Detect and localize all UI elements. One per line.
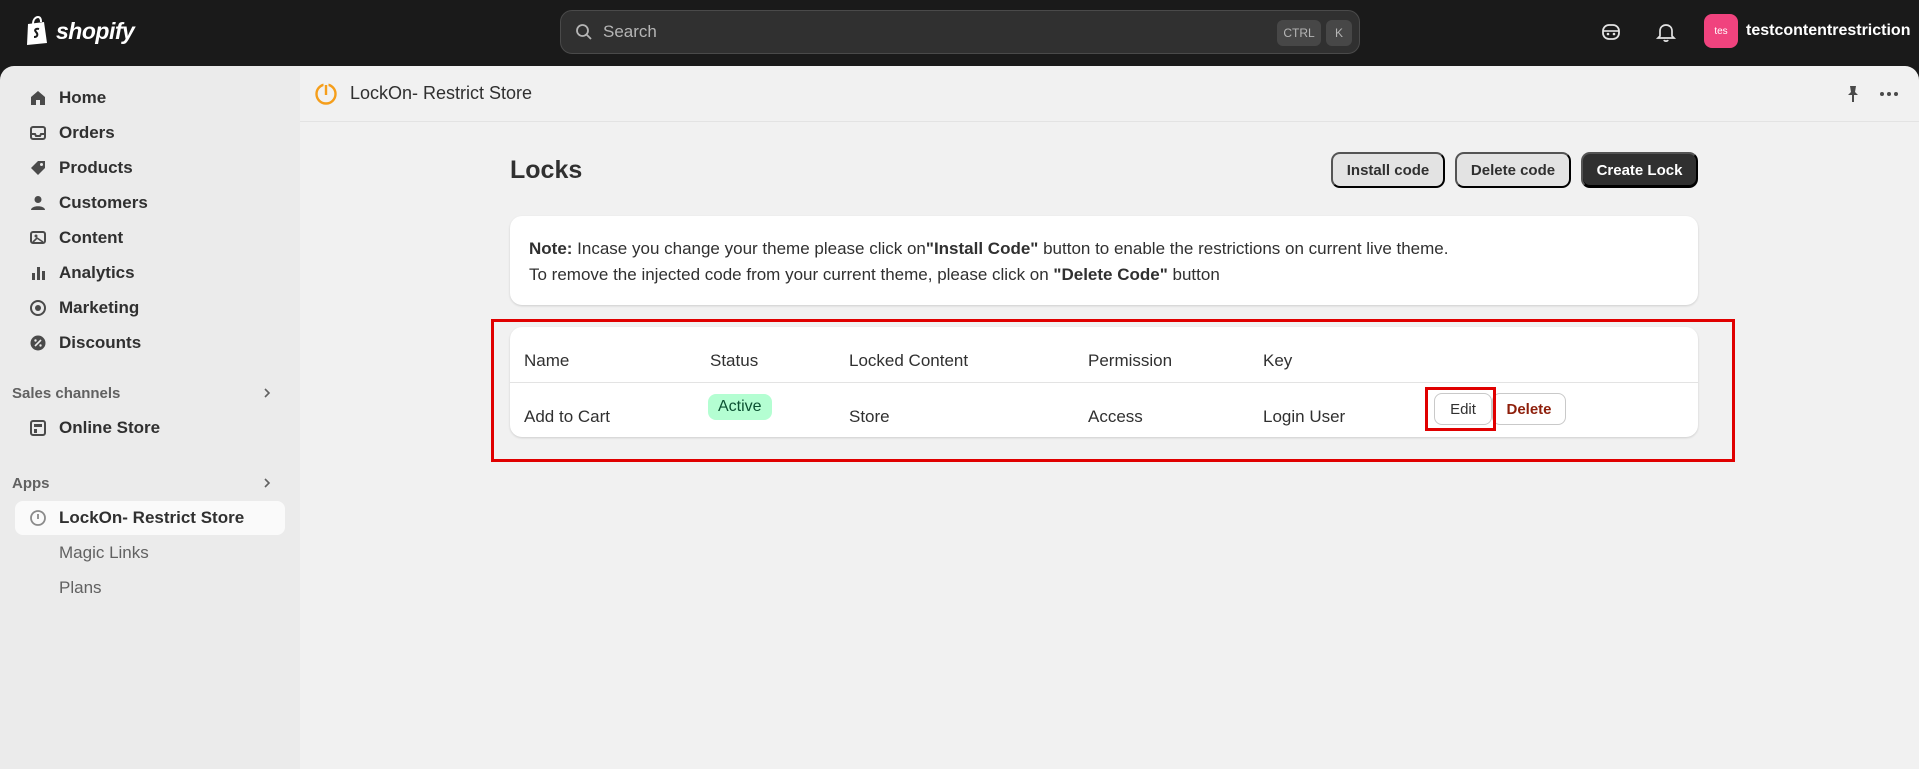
sidebar: Home Orders Products Customers Content A… — [0, 66, 300, 769]
bell-icon — [1655, 24, 1677, 42]
sidebar-item-discounts[interactable]: Discounts — [15, 326, 285, 360]
apps-label: Apps — [12, 474, 50, 492]
sidekick-icon — [1602, 24, 1620, 40]
search-input[interactable]: Search CTRL K — [560, 10, 1360, 54]
pin-icon[interactable] — [1842, 83, 1864, 105]
chevron-right-icon — [264, 478, 271, 488]
sidebar-item-plans[interactable]: Plans — [15, 571, 285, 605]
note-text: button to enable the restrictions on cur… — [1038, 239, 1449, 258]
sidebar-item-magic-links[interactable]: Magic Links — [15, 536, 285, 570]
discount-icon — [28, 333, 48, 353]
create-lock-button[interactable]: Create Lock — [1581, 152, 1698, 188]
sidebar-item-label: Home — [59, 88, 107, 107]
inbox-icon — [28, 123, 48, 143]
sidebar-item-label: Online Store — [59, 418, 161, 437]
sales-channels-section[interactable]: Sales channels — [12, 381, 282, 405]
store-account-menu[interactable]: tes testcontentrestriction — [1704, 14, 1910, 48]
more-options-icon[interactable] — [1877, 83, 1901, 105]
delete-code-button[interactable]: Delete code — [1455, 152, 1571, 188]
shortcut-k-key: K — [1326, 20, 1352, 46]
sidebar-item-label: LockOn- Restrict Store — [59, 508, 245, 527]
note-install-code-ref: "Install Code" — [925, 239, 1039, 258]
search-placeholder: Search — [603, 22, 657, 41]
note-delete-code-ref: "Delete Code" — [1053, 265, 1168, 284]
edit-button-highlight-box — [1425, 387, 1496, 431]
sidebar-item-label: Plans — [59, 578, 102, 597]
note-line-1: Note: Incase you change your theme pleas… — [529, 236, 1679, 262]
lockon-app-icon — [28, 508, 48, 528]
note-label: Note: — [529, 239, 573, 258]
note-banner: Note: Incase you change your theme pleas… — [510, 216, 1698, 305]
table-highlight-box — [491, 319, 1735, 462]
sidebar-item-products[interactable]: Products — [15, 151, 285, 185]
avatar: tes — [1704, 14, 1738, 48]
tag-icon — [28, 158, 48, 178]
search-icon — [576, 24, 592, 40]
shopify-bag-icon — [27, 16, 47, 45]
lockon-logo-icon — [315, 82, 337, 105]
sidebar-item-marketing[interactable]: Marketing — [15, 291, 285, 325]
sidebar-item-label: Content — [59, 228, 124, 247]
brand-name: shopify — [56, 17, 135, 44]
app-title-bar: LockOn- Restrict Store — [300, 66, 1919, 122]
store-icon — [28, 418, 48, 438]
sidebar-item-analytics[interactable]: Analytics — [15, 256, 285, 290]
sales-channels-label: Sales channels — [12, 384, 121, 402]
sidebar-item-label: Customers — [59, 193, 148, 212]
image-icon — [28, 228, 48, 248]
sidebar-item-label: Magic Links — [59, 543, 149, 562]
note-text: button — [1167, 265, 1220, 284]
page-title: Locks — [510, 156, 583, 184]
apps-section[interactable]: Apps — [12, 471, 282, 495]
shopify-logo[interactable]: shopify — [24, 14, 135, 48]
sidebar-item-label: Products — [59, 158, 133, 177]
chevron-right-icon — [264, 388, 271, 398]
sidebar-item-label: Discounts — [59, 333, 142, 352]
note-text: Incase you change your theme please clic… — [572, 239, 926, 258]
sidebar-item-content[interactable]: Content — [15, 221, 285, 255]
bar-chart-icon — [28, 263, 48, 283]
shortcut-ctrl-key: CTRL — [1277, 20, 1321, 46]
sidebar-item-home[interactable]: Home — [15, 81, 285, 115]
sidebar-item-lockon-app[interactable]: LockOn- Restrict Store — [15, 501, 285, 535]
store-name: testcontentrestriction — [1746, 22, 1911, 39]
sidebar-item-customers[interactable]: Customers — [15, 186, 285, 220]
sidebar-item-online-store[interactable]: Online Store — [15, 411, 285, 445]
note-line-2: To remove the injected code from your cu… — [529, 262, 1679, 288]
top-bar: shopify Search CTRL K tes testcontentres… — [0, 0, 1919, 66]
person-icon — [28, 193, 48, 213]
sidekick-button[interactable] — [1598, 19, 1624, 45]
sidebar-item-label: Marketing — [59, 298, 140, 317]
install-code-button[interactable]: Install code — [1331, 152, 1445, 188]
sidebar-item-label: Analytics — [59, 263, 135, 282]
sidebar-item-orders[interactable]: Orders — [15, 116, 285, 150]
target-icon — [28, 298, 48, 318]
note-text: To remove the injected code from your cu… — [529, 265, 1054, 284]
notifications-button[interactable] — [1653, 19, 1679, 45]
app-title: LockOn- Restrict Store — [350, 83, 533, 103]
home-icon — [28, 88, 48, 108]
sidebar-item-label: Orders — [59, 123, 115, 142]
